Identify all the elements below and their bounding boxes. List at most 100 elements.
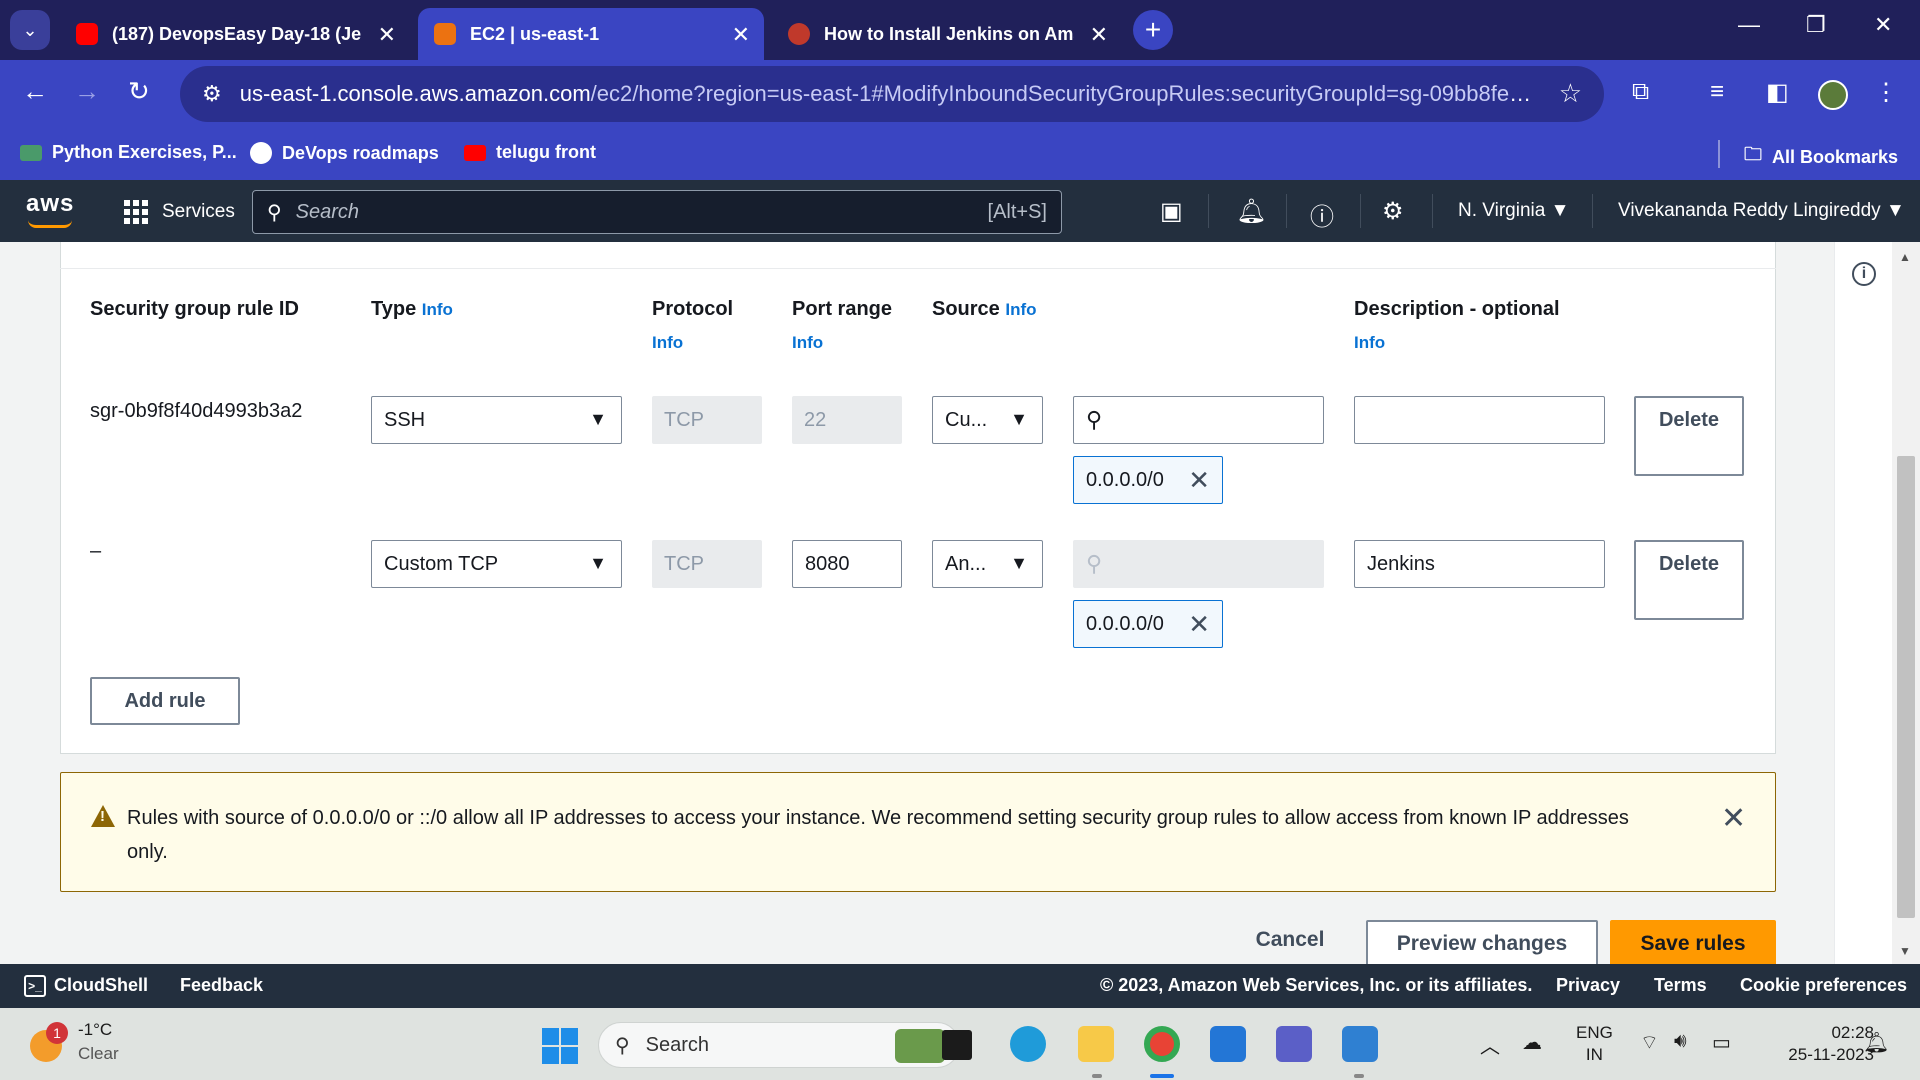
region-selector[interactable]: N. Virginia ▼: [1458, 200, 1569, 222]
scroll-down-icon[interactable]: ▼: [1899, 944, 1911, 958]
restore-icon[interactable]: ❐: [1806, 12, 1826, 38]
window-close-icon[interactable]: ✕: [1874, 12, 1892, 38]
battery-icon[interactable]: ▭: [1712, 1030, 1731, 1055]
browser-tab-jenkins-guide[interactable]: How to Install Jenkins on Ama ✕: [772, 8, 1122, 60]
site-info-icon[interactable]: ⚙: [202, 81, 222, 107]
notification-bell-icon[interactable]: 🔔︎: [1864, 1030, 1889, 1055]
new-tab-button[interactable]: +: [1133, 10, 1173, 50]
description-input[interactable]: Jenkins: [1354, 540, 1605, 588]
back-icon[interactable]: ←: [22, 76, 48, 107]
system-clock[interactable]: 02:28 25-11-2023: [1758, 1022, 1874, 1066]
type-select[interactable]: Custom TCP ▼: [371, 540, 622, 588]
search-label: Search: [645, 1033, 710, 1056]
all-bookmarks[interactable]: 🗀 All Bookmarks: [1744, 142, 1898, 172]
privacy-link[interactable]: Privacy: [1556, 975, 1620, 996]
port-range-field: 22: [792, 396, 902, 444]
cookie-preferences-link[interactable]: Cookie preferences: [1740, 975, 1907, 996]
info-link[interactable]: Info: [1354, 333, 1385, 353]
close-icon[interactable]: ✕: [1721, 801, 1746, 836]
chrome-icon[interactable]: [1144, 1026, 1180, 1062]
menu-icon[interactable]: ⋮: [1874, 78, 1898, 107]
youtube-icon: [76, 23, 98, 45]
weather-temp[interactable]: -1°C: [78, 1020, 112, 1040]
browser-tab-youtube[interactable]: (187) DevopsEasy Day-18 (Jenk ✕: [60, 8, 410, 60]
task-view-icon[interactable]: [942, 1030, 972, 1060]
help-icon[interactable]: ⓘ: [1310, 197, 1334, 232]
bookmark-devops[interactable]: DeVops roadmaps: [250, 142, 439, 164]
cidr-search-input[interactable]: ⚲: [1073, 396, 1324, 444]
tab-search-button[interactable]: ⌄: [10, 10, 50, 50]
account-menu[interactable]: Vivekananda Reddy Lingireddy ▼: [1618, 200, 1905, 222]
description-input[interactable]: [1354, 396, 1605, 444]
onedrive-icon[interactable]: ☁: [1522, 1030, 1542, 1055]
type-select[interactable]: SSH ▼: [371, 396, 622, 444]
source-type-select[interactable]: Cu... ▼: [932, 396, 1043, 444]
bookmark-star-icon[interactable]: ☆: [1559, 78, 1582, 109]
scrollbar-thumb[interactable]: [1897, 456, 1915, 918]
bookmark-python[interactable]: Python Exercises, P...: [20, 142, 237, 163]
reload-icon[interactable]: ↻: [128, 76, 150, 107]
remove-icon[interactable]: ✕: [1188, 465, 1210, 496]
bookmark-telugu[interactable]: telugu front: [464, 142, 596, 163]
aws-logo[interactable]: aws: [26, 190, 74, 228]
remove-icon[interactable]: ✕: [1188, 609, 1210, 640]
store-icon[interactable]: [1210, 1026, 1246, 1062]
close-icon[interactable]: ✕: [732, 22, 750, 48]
services-menu[interactable]: Services: [124, 200, 235, 224]
add-rule-button[interactable]: Add rule: [90, 677, 240, 725]
info-link[interactable]: Info: [652, 333, 683, 353]
side-panel-icon[interactable]: ◧: [1766, 78, 1789, 107]
header-description: Description - optional: [1354, 298, 1560, 320]
terms-link[interactable]: Terms: [1654, 975, 1707, 996]
cloudshell-icon[interactable]: ▣: [1160, 197, 1183, 226]
input-language[interactable]: ENG IN: [1576, 1022, 1613, 1066]
close-icon[interactable]: ✕: [1090, 22, 1108, 48]
minimize-icon[interactable]: —: [1738, 12, 1760, 38]
search-icon: ⚲: [1086, 551, 1103, 576]
wifi-icon[interactable]: ⌔: [1640, 1030, 1659, 1055]
divider: [1718, 140, 1720, 168]
extensions-icon[interactable]: ⧉: [1632, 78, 1649, 106]
chevron-up-icon[interactable]: ︿: [1480, 1030, 1500, 1059]
info-link[interactable]: Info: [422, 300, 453, 319]
copyright-text: © 2023, Amazon Web Services, Inc. or its…: [1100, 975, 1533, 995]
cancel-button[interactable]: Cancel: [1240, 928, 1340, 952]
teams-icon[interactable]: [1276, 1026, 1312, 1062]
scroll-up-icon[interactable]: ▲: [1899, 250, 1911, 264]
forward-icon[interactable]: →: [74, 76, 100, 107]
feedback-link[interactable]: Feedback: [180, 975, 263, 996]
weather-desc[interactable]: Clear: [78, 1044, 119, 1064]
info-icon[interactable]: i: [1852, 262, 1876, 286]
profile-avatar[interactable]: [1818, 80, 1848, 110]
browser-tab-ec2[interactable]: EC2 | us-east-1 ✕: [418, 8, 764, 60]
divider: [1432, 194, 1433, 228]
media-control-icon[interactable]: ≡: [1710, 78, 1724, 106]
aws-search-input[interactable]: ⚲ Search [Alt+S]: [252, 190, 1062, 234]
file-explorer-icon[interactable]: [1078, 1026, 1114, 1062]
close-icon[interactable]: ✕: [378, 22, 396, 48]
gear-icon[interactable]: ⚙: [1382, 197, 1404, 226]
source-type-select[interactable]: An... ▼: [932, 540, 1043, 588]
edge-icon[interactable]: [1010, 1026, 1046, 1062]
address-bar[interactable]: ⚙ us-east-1.console.aws.amazon.com/ec2/h…: [180, 66, 1604, 122]
windows-start-icon[interactable]: [542, 1028, 578, 1064]
delete-rule-button[interactable]: Delete: [1634, 396, 1744, 476]
taskbar-search[interactable]: ⚲ Search: [598, 1022, 960, 1068]
header-rule-id: Security group rule ID: [90, 298, 299, 320]
save-rules-button[interactable]: Save rules: [1610, 920, 1776, 968]
port-range-input[interactable]: 8080: [792, 540, 902, 588]
volume-icon[interactable]: 🔊︎: [1674, 1030, 1687, 1053]
active-indicator: [1150, 1074, 1174, 1078]
all-bookmarks-label: All Bookmarks: [1772, 146, 1899, 167]
delete-rule-button[interactable]: Delete: [1634, 540, 1744, 620]
preview-changes-button[interactable]: Preview changes: [1366, 920, 1598, 968]
vscode-icon[interactable]: [1342, 1026, 1378, 1062]
cloudshell-link[interactable]: >_ CloudShell: [24, 975, 148, 998]
divider: [1208, 194, 1209, 228]
cidr-token: 0.0.0.0/0 ✕: [1073, 600, 1223, 648]
python-icon: [20, 144, 42, 161]
site-icon: [788, 23, 810, 45]
info-link[interactable]: Info: [792, 333, 823, 353]
info-link[interactable]: Info: [1005, 300, 1036, 319]
bell-icon[interactable]: 🔔︎: [1236, 197, 1266, 226]
